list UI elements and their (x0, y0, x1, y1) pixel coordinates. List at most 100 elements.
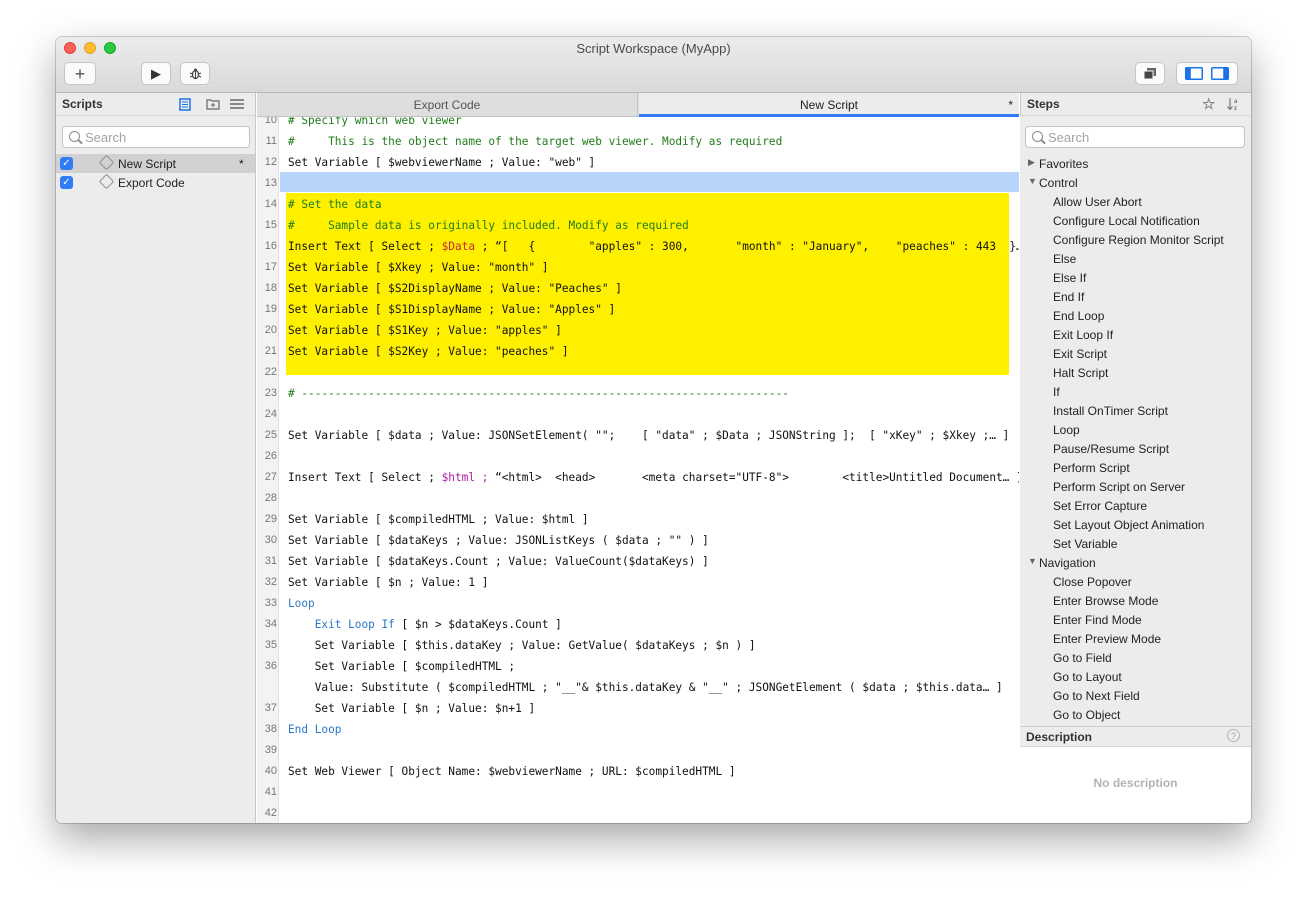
step-item[interactable]: Exit Script (1020, 344, 1251, 363)
code-line[interactable]: 26 (257, 446, 1019, 467)
code-line[interactable]: 22 (257, 362, 1019, 383)
line-number: 16 (264, 240, 277, 252)
code-line[interactable]: 14 # Set the data (257, 194, 1019, 215)
step-item[interactable]: Set Variable (1020, 534, 1251, 553)
disclosure-expanded-icon[interactable]: ▼ (1028, 556, 1037, 566)
step-item[interactable]: Pause/Resume Script (1020, 439, 1251, 458)
code-line[interactable]: 42 (257, 803, 1019, 823)
script-item-export-code[interactable]: ✓ Export Code (56, 173, 255, 192)
step-item[interactable]: Else (1020, 249, 1251, 268)
step-label: Go to Object (1053, 708, 1121, 722)
step-item[interactable]: End Loop (1020, 306, 1251, 325)
code-line[interactable]: 18 Set Variable [ $S2DisplayName ; Value:… (257, 278, 1019, 299)
code-line[interactable]: 33 Loop (257, 593, 1019, 614)
step-item[interactable]: Exit Loop If (1020, 325, 1251, 344)
line-number: 39 (264, 744, 277, 756)
code-segment: “<html> <head> <meta charset="UTF-8"> <t… (488, 471, 1019, 484)
step-item[interactable]: If (1020, 382, 1251, 401)
code-text: Exit Loop If [ $n > $dataKeys.Count ] (288, 614, 562, 635)
help-icon[interactable]: ? (1227, 729, 1240, 742)
code-line[interactable]: 37 Set Variable [ $n ; Value: $n+1 ] (257, 698, 1019, 719)
code-line[interactable]: 19 Set Variable [ $S1DisplayName ; Value:… (257, 299, 1019, 320)
code-line[interactable]: 21 Set Variable [ $S2Key ; Value: "peache… (257, 341, 1019, 362)
disclosure-expanded-icon[interactable]: ▼ (1028, 176, 1037, 186)
code-text: Set Variable [ $n ; Value: $n+1 ] (288, 702, 536, 715)
step-item[interactable]: Go to Next Field (1020, 686, 1251, 705)
code-line[interactable]: 31 Set Variable [ $dataKeys.Count ; Value… (257, 551, 1019, 572)
step-item[interactable]: Close Popover (1020, 572, 1251, 591)
step-item[interactable]: End If (1020, 287, 1251, 306)
disclosure-collapsed-icon[interactable]: ▶ (1028, 157, 1035, 168)
steps-search-input[interactable]: Search (1025, 126, 1245, 148)
left-sidebar-icon[interactable] (1185, 67, 1203, 80)
code-text: Set Variable [ $this.dataKey ; Value: Ge… (288, 639, 756, 652)
step-item[interactable]: Go to Layout (1020, 667, 1251, 686)
line-number: 19 (264, 303, 277, 315)
step-group[interactable]: ▼ Control (1020, 173, 1251, 192)
step-item[interactable]: Allow User Abort (1020, 192, 1251, 211)
code-line[interactable]: 23 # ------------------------------------… (257, 383, 1019, 404)
new-script-icon[interactable] (179, 98, 191, 111)
code-line[interactable]: 29 Set Variable [ $compiledHTML ; Value: … (257, 509, 1019, 530)
step-item[interactable]: Configure Region Monitor Script (1020, 230, 1251, 249)
step-item[interactable]: Halt Script (1020, 363, 1251, 382)
script-checkbox[interactable]: ✓ (60, 157, 73, 170)
step-item[interactable]: Set Error Capture (1020, 496, 1251, 515)
step-item[interactable]: Loop (1020, 420, 1251, 439)
code-line[interactable]: 16 Insert Text [ Select ; $Data ; “[ { "a… (257, 236, 1019, 257)
code-line[interactable]: 25 Set Variable [ $data ; Value: JSONSetE… (257, 425, 1019, 446)
code-line[interactable]: 10 # Specify which web viewer (257, 117, 1019, 131)
code-line[interactable]: 30 Set Variable [ $dataKeys ; Value: JSON… (257, 530, 1019, 551)
step-item[interactable]: Enter Browse Mode (1020, 591, 1251, 610)
new-folder-icon[interactable] (206, 98, 220, 110)
step-item[interactable]: Go to Object (1020, 705, 1251, 724)
star-icon[interactable]: ☆ (1202, 95, 1215, 113)
step-label: Loop (1053, 423, 1080, 437)
code-text: End Loop (288, 723, 342, 736)
code-line[interactable]: 40 Set Web Viewer [ Object Name: $webview… (257, 761, 1019, 782)
code-line[interactable]: 41 (257, 782, 1019, 803)
code-line[interactable]: 15 # Sample data is originally included. … (257, 215, 1019, 236)
step-item[interactable]: Enter Find Mode (1020, 610, 1251, 629)
code-line[interactable]: Value: Substitute ( $compiledHTML ; "__"… (257, 677, 1019, 698)
code-line[interactable]: 20 Set Variable [ $S1Key ; Value: "apples… (257, 320, 1019, 341)
tab-new-script[interactable]: New Script * (639, 93, 1019, 117)
windows-toggle-button[interactable] (1135, 62, 1165, 85)
code-line[interactable]: 38 End Loop (257, 719, 1019, 740)
scripts-search-input[interactable]: Search (62, 126, 250, 148)
step-item[interactable]: Go to Field (1020, 648, 1251, 667)
code-line[interactable]: 11 # This is the object name of the targe… (257, 131, 1019, 152)
code-line[interactable]: 39 (257, 740, 1019, 761)
step-group[interactable]: ▼ Navigation (1020, 553, 1251, 572)
step-item[interactable]: Else If (1020, 268, 1251, 287)
code-line[interactable]: 35 Set Variable [ $this.dataKey ; Value:… (257, 635, 1019, 656)
step-item[interactable]: Perform Script (1020, 458, 1251, 477)
code-line[interactable]: 13 (257, 173, 1019, 194)
code-line[interactable]: 27 Insert Text [ Select ; $html ; “<html>… (257, 467, 1019, 488)
debug-script-button[interactable] (180, 62, 210, 85)
step-item[interactable]: Install OnTimer Script (1020, 401, 1251, 420)
step-item[interactable]: Configure Local Notification (1020, 211, 1251, 230)
run-script-button[interactable]: ▶ (141, 62, 171, 85)
code-line[interactable]: 12 Set Variable [ $webviewerName ; Value:… (257, 152, 1019, 173)
sort-icon[interactable]: a z (1227, 97, 1241, 111)
script-checkbox[interactable]: ✓ (60, 176, 73, 189)
step-item[interactable]: Perform Script on Server (1020, 477, 1251, 496)
tab-export-code[interactable]: Export Code (257, 93, 638, 117)
step-item[interactable]: Enter Preview Mode (1020, 629, 1251, 648)
code-line[interactable]: 36 Set Variable [ $compiledHTML ; (257, 656, 1019, 677)
new-script-button[interactable]: + (64, 62, 96, 85)
step-label: Favorites (1039, 157, 1089, 171)
code-line[interactable]: 32 Set Variable [ $n ; Value: 1 ] (257, 572, 1019, 593)
list-menu-icon[interactable] (230, 99, 244, 109)
code-lines[interactable]: 10 # Specify which web viewer 11 # This is … (257, 117, 1019, 823)
code-line[interactable]: 28 (257, 488, 1019, 509)
script-item-new-script[interactable]: ✓ New Script * (56, 154, 255, 173)
code-line[interactable]: 17 Set Variable [ $Xkey ; Value: "month" … (257, 257, 1019, 278)
code-line[interactable]: 24 (257, 404, 1019, 425)
step-item[interactable]: Set Layout Object Animation (1020, 515, 1251, 534)
right-sidebar-icon[interactable] (1211, 67, 1229, 80)
line-number: 41 (264, 786, 277, 798)
code-line[interactable]: 34 Exit Loop If [ $n > $dataKeys.Count ] (257, 614, 1019, 635)
step-group[interactable]: ▶ Favorites (1020, 154, 1251, 173)
